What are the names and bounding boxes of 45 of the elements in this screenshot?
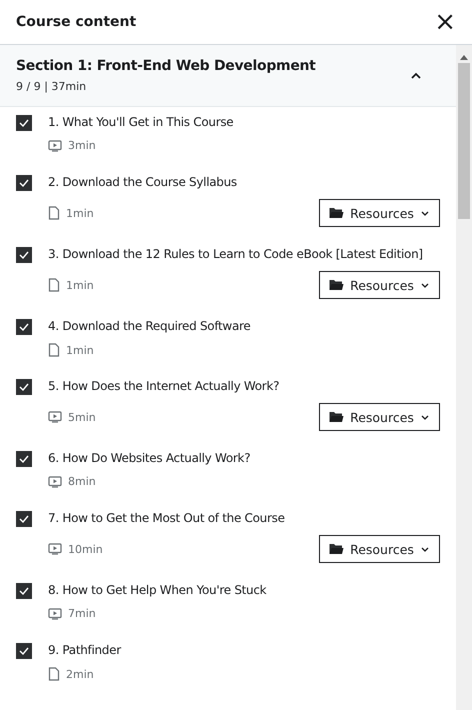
duration-label: 8min xyxy=(68,475,96,488)
lecture-title[interactable]: 8. How to Get Help When You're Stuck xyxy=(48,581,440,599)
checkbox[interactable] xyxy=(16,583,32,599)
lecture-title[interactable]: 3. Download the 12 Rules to Learn to Code eBook [Latest Edition] xyxy=(48,245,440,263)
duration-label: 7min xyxy=(68,607,96,620)
resources-button[interactable]: Resources xyxy=(319,535,440,563)
section-header[interactable]: Section 1: Front-End Web Development 9 / 9 | 37min xyxy=(0,45,456,107)
resources-button[interactable]: Resources xyxy=(319,403,440,431)
duration-label: 3min xyxy=(68,139,96,152)
lecture-title[interactable]: 4. Download the Required Software xyxy=(48,317,440,335)
resources-button[interactable]: Resources xyxy=(319,199,440,227)
caret-icon xyxy=(420,546,430,552)
lecture-title[interactable]: 6. How Do Websites Actually Work? xyxy=(48,449,440,467)
duration-label: 2min xyxy=(66,668,94,680)
close-button[interactable]: × xyxy=(434,9,456,35)
checkbox[interactable] xyxy=(16,643,32,659)
checkbox[interactable] xyxy=(16,175,32,191)
duration-label: 5min xyxy=(68,410,96,424)
checkbox[interactable] xyxy=(16,115,32,131)
resources-button[interactable]: Resources xyxy=(319,271,440,299)
checkbox[interactable] xyxy=(16,379,32,395)
folder-icon xyxy=(329,207,344,219)
lecture-title[interactable]: 2. Download the Course Syllabus xyxy=(48,173,440,191)
duration-label: 1min xyxy=(66,206,94,220)
section-title: Section 1: Front-End Web Development xyxy=(16,58,316,74)
duration-label: 1min xyxy=(66,278,94,292)
panel-title: Course content xyxy=(16,14,136,30)
folder-icon xyxy=(329,279,344,291)
caret-icon xyxy=(420,414,430,420)
folder-icon xyxy=(329,543,344,555)
caret-icon xyxy=(420,282,430,288)
lecture-title[interactable]: 1. What You'll Get in This Course xyxy=(48,113,440,131)
folder-icon xyxy=(329,411,344,423)
lecture-title[interactable]: 7. How to Get the Most Out of the Course xyxy=(48,509,440,527)
lecture-title[interactable]: 9. Pathfinder xyxy=(48,641,440,659)
checkbox[interactable] xyxy=(16,511,32,527)
checkbox[interactable] xyxy=(16,247,32,263)
lecture-title[interactable]: 5. How Does the Internet Actually Work? xyxy=(48,377,440,395)
checkbox[interactable] xyxy=(16,319,32,335)
checkbox[interactable] xyxy=(16,451,32,467)
duration-label: 10min xyxy=(68,542,103,556)
duration-label: 1min xyxy=(66,344,94,356)
section-summary: 9 / 9 | 37min xyxy=(16,80,88,93)
scrollbar[interactable] xyxy=(456,45,472,710)
caret-icon xyxy=(420,210,430,216)
